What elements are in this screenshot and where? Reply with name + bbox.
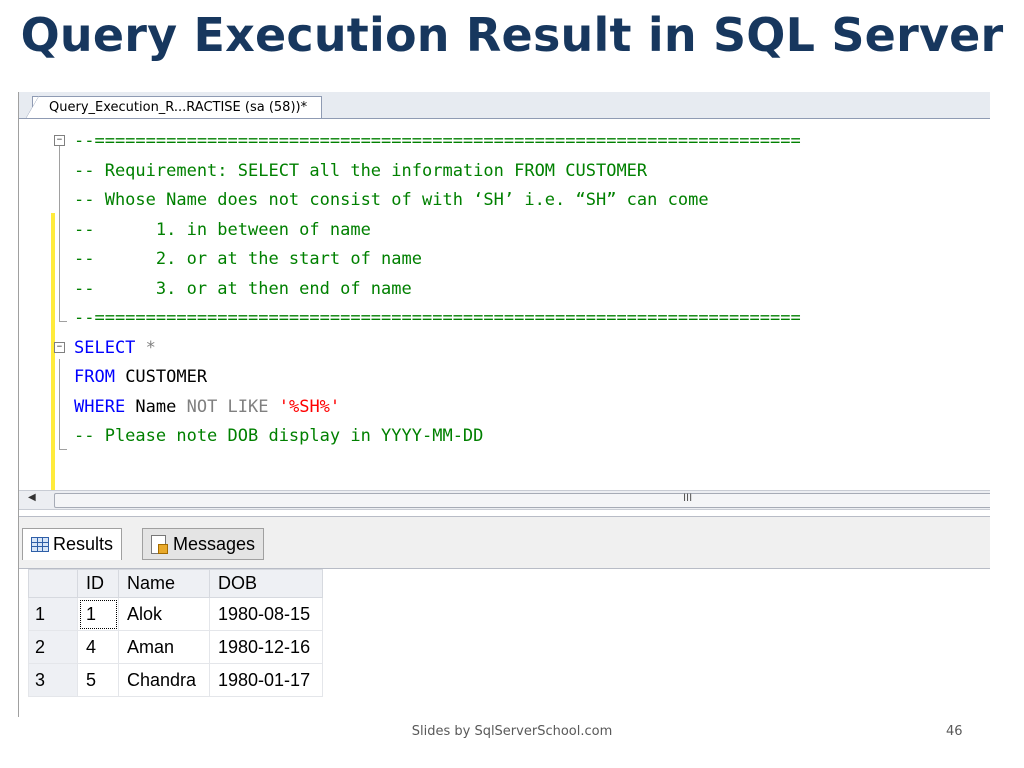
grid-cell-id[interactable]: 5: [77, 663, 119, 697]
tab-messages-label: Messages: [173, 534, 256, 554]
row-number[interactable]: 2: [28, 630, 78, 664]
not-like-operator: NOT LIKE: [186, 396, 269, 417]
table-name: CUSTOMER: [114, 367, 208, 387]
where-keyword: WHERE: [74, 396, 126, 417]
code-line: FROM CUSTOMER: [18, 363, 990, 393]
grid-cell-name[interactable]: Aman: [118, 630, 210, 664]
results-grid-area: ID Name DOB 1 1 Alok 1980-08-15 2 4 Aman…: [18, 568, 990, 717]
code-line: -- 3. or at then end of name: [18, 275, 990, 305]
code-line: -- Requirement: SELECT all the informati…: [18, 157, 990, 187]
grid-header-row: ID Name DOB: [28, 569, 323, 598]
grid-cell-name[interactable]: Alok: [118, 597, 210, 631]
grid-cell-dob[interactable]: 1980-01-17: [209, 663, 323, 697]
horizontal-scrollbar[interactable]: ◀ III: [18, 490, 990, 510]
scroll-grip-icon: III: [683, 492, 693, 504]
from-keyword: FROM: [74, 367, 115, 387]
comment-line: -- 1. in between of name: [74, 219, 371, 240]
row-number[interactable]: 3: [28, 663, 78, 697]
note-comment: -- Please note DOB display in YYYY-MM-DD: [74, 426, 484, 446]
code-line: -- 1. in between of name: [18, 216, 990, 246]
table-row: 3 5 Chandra 1980-01-17: [28, 663, 323, 697]
screenshot-left-border: [18, 92, 19, 717]
tab-messages[interactable]: Messages: [142, 528, 265, 560]
code-line: -- 2. or at the start of name: [18, 245, 990, 275]
grid-cell-dob[interactable]: 1980-08-15: [209, 597, 323, 631]
grid-cell-id[interactable]: 1: [77, 597, 119, 631]
query-editor[interactable]: − --====================================…: [18, 118, 990, 503]
scroll-left-icon[interactable]: ◀: [28, 492, 36, 503]
ssms-screenshot: Query_Execution_R...RACTISE (sa (58))* −…: [18, 92, 990, 717]
scroll-thumb[interactable]: III: [54, 492, 990, 508]
column-header-name[interactable]: Name: [118, 569, 210, 598]
comment-line: --======================================…: [74, 131, 801, 151]
column-header-id[interactable]: ID: [77, 569, 119, 598]
code-line: -- Whose Name does not consist of with ‘…: [18, 186, 990, 216]
code-line: WHERE Name NOT LIKE '%SH%': [18, 393, 990, 423]
document-tab-strip: Query_Execution_R...RACTISE (sa (58))*: [18, 92, 990, 120]
tab-results[interactable]: Results: [22, 528, 123, 560]
pattern-string: '%SH%': [268, 396, 341, 417]
code-lines: − --====================================…: [18, 127, 990, 452]
code-line: -- Please note DOB display in YYYY-MM-DD: [18, 422, 990, 452]
slide-title: Query Execution Result in SQL Server: [20, 8, 1004, 62]
comment-line: -- Whose Name does not consist of with ‘…: [74, 190, 709, 210]
slide-footer: Slides by SqlServerSchool.com: [411, 724, 613, 739]
collapse-icon[interactable]: −: [54, 341, 65, 353]
tab-results-label: Results: [53, 534, 114, 554]
grid-cell-dob[interactable]: 1980-12-16: [209, 630, 323, 664]
collapse-icon[interactable]: −: [54, 135, 65, 146]
messages-icon: [151, 535, 168, 554]
code-line: − SELECT *: [18, 334, 990, 364]
grid-icon: [31, 537, 49, 552]
table-row: 1 1 Alok 1980-08-15: [28, 597, 323, 631]
column-name: Name: [125, 396, 187, 417]
grid-cell-id[interactable]: 4: [77, 630, 119, 664]
results-tab-strip: Results Messages: [18, 516, 990, 569]
row-header-corner[interactable]: [28, 569, 78, 598]
comment-line: --======================================…: [74, 308, 801, 328]
comment-line: -- 3. or at then end of name: [74, 278, 412, 299]
grid-cell-name[interactable]: Chandra: [118, 663, 210, 697]
table-row: 2 4 Aman 1980-12-16: [28, 630, 323, 664]
comment-line: -- 2. or at the start of name: [74, 249, 422, 269]
query-document-tab[interactable]: Query_Execution_R...RACTISE (sa (58))*: [24, 96, 323, 120]
code-line: --======================================…: [18, 304, 990, 334]
column-header-dob[interactable]: DOB: [209, 569, 323, 598]
results-grid: ID Name DOB 1 1 Alok 1980-08-15 2 4 Aman…: [28, 569, 323, 697]
comment-line: -- Requirement: SELECT all the informati…: [74, 160, 648, 181]
code-line: − --====================================…: [18, 127, 990, 157]
select-star: *: [135, 337, 156, 358]
row-number[interactable]: 1: [28, 597, 78, 631]
select-keyword: SELECT: [74, 337, 136, 358]
page-number: 46: [946, 724, 963, 739]
